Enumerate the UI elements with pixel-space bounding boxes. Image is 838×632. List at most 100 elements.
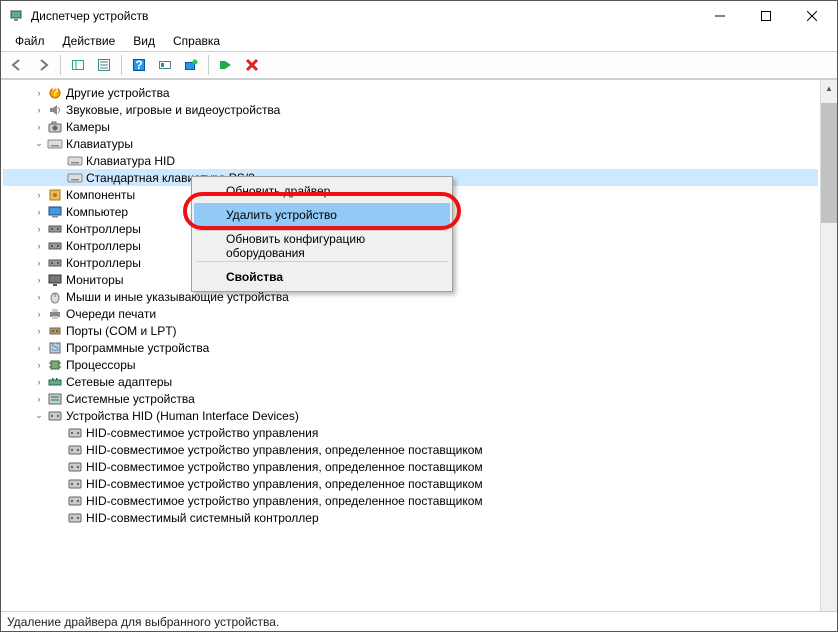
tree-node[interactable]: › Порты (COM и LPT): [3, 322, 818, 339]
expand-icon[interactable]: ›: [31, 292, 47, 302]
help-button[interactable]: ?: [127, 54, 151, 76]
ctx-update-driver[interactable]: Обновить драйвер: [194, 179, 450, 203]
menu-help[interactable]: Справка: [165, 32, 228, 50]
tree-node-label: Порты (COM и LPT): [66, 324, 177, 338]
scroll-up-icon[interactable]: ▲: [821, 80, 837, 97]
hid-icon: [67, 476, 83, 492]
update-driver-button[interactable]: [179, 54, 203, 76]
expand-icon[interactable]: ›: [31, 207, 47, 217]
tree-node-label: Контроллеры: [66, 222, 141, 236]
show-hide-panel-button[interactable]: [66, 54, 90, 76]
controller-icon: [47, 238, 63, 254]
tree-node-label: HID-совместимое устройство управления, о…: [86, 460, 483, 474]
properties-button[interactable]: [92, 54, 116, 76]
tree-node[interactable]: ›HID-совместимое устройство управления, …: [3, 441, 818, 458]
device-manager-window: Диспетчер устройств Файл Действие Вид Сп…: [0, 0, 838, 632]
expand-icon[interactable]: ›: [31, 105, 47, 115]
titlebar: Диспетчер устройств: [1, 1, 837, 31]
tree-node-label: HID-совместимое устройство управления, о…: [86, 443, 483, 457]
vertical-scrollbar[interactable]: ▲: [820, 80, 837, 611]
tree-node[interactable]: ⌄ Клавиатуры: [3, 135, 818, 152]
ctx-uninstall-device[interactable]: Удалить устройство: [194, 203, 450, 227]
back-button[interactable]: [5, 54, 29, 76]
monitor-icon: [47, 272, 63, 288]
expand-icon[interactable]: ›: [31, 309, 47, 319]
ctx-separator: [196, 230, 448, 231]
computer-icon: [47, 204, 63, 220]
expand-icon[interactable]: ›: [31, 224, 47, 234]
collapse-icon[interactable]: ⌄: [31, 138, 47, 149]
tree-node[interactable]: ›Клавиатура HID: [3, 152, 818, 169]
hid-icon: [67, 459, 83, 475]
collapse-icon[interactable]: ⌄: [31, 410, 47, 421]
svg-text:?: ?: [52, 85, 59, 99]
tree-node[interactable]: ›HID-совместимый системный контроллер: [3, 509, 818, 526]
port-icon: [47, 323, 63, 339]
menubar: Файл Действие Вид Справка: [1, 31, 837, 51]
sound-icon: [47, 102, 63, 118]
keyboard-icon: [67, 170, 83, 186]
tree-node[interactable]: › Системные устройства: [3, 390, 818, 407]
tree-node-label: Системные устройства: [66, 392, 195, 406]
tree-node-label: Компьютер: [66, 205, 128, 219]
window-title: Диспетчер устройств: [31, 9, 697, 23]
expand-icon[interactable]: ›: [31, 122, 47, 132]
keyboard-icon: [47, 136, 63, 152]
tree-node-label: HID-совместимое устройство управления: [86, 426, 318, 440]
expand-icon[interactable]: ›: [31, 360, 47, 370]
toolbar-separator: [208, 55, 209, 75]
printer-icon: [47, 306, 63, 322]
expand-icon[interactable]: ›: [31, 88, 47, 98]
expand-icon[interactable]: ›: [31, 326, 47, 336]
tree-node-label: Сетевые адаптеры: [66, 375, 172, 389]
expand-icon[interactable]: ›: [31, 343, 47, 353]
close-button[interactable]: [789, 1, 835, 31]
toolbar: ?: [1, 51, 837, 79]
tree-node-label: HID-совместимый системный контроллер: [86, 511, 319, 525]
tree-node-label: Камеры: [66, 120, 110, 134]
hid-icon: [47, 408, 63, 424]
scan-hardware-button[interactable]: [153, 54, 177, 76]
uninstall-button[interactable]: [240, 54, 264, 76]
hid-icon: [67, 442, 83, 458]
menu-action[interactable]: Действие: [55, 32, 124, 50]
ctx-properties[interactable]: Свойства: [194, 265, 450, 289]
menu-view[interactable]: Вид: [125, 32, 163, 50]
expand-icon[interactable]: ›: [31, 241, 47, 251]
tree-node[interactable]: ›HID-совместимое устройство управления, …: [3, 475, 818, 492]
expand-icon[interactable]: ›: [31, 394, 47, 404]
minimize-button[interactable]: [697, 1, 743, 31]
tree-node[interactable]: › Камеры: [3, 118, 818, 135]
menu-file[interactable]: Файл: [7, 32, 53, 50]
expand-icon[interactable]: ›: [31, 190, 47, 200]
tree-node[interactable]: ›HID-совместимое устройство управления, …: [3, 458, 818, 475]
enable-button[interactable]: [214, 54, 238, 76]
scrollbar-thumb[interactable]: [821, 103, 837, 223]
component-icon: [47, 187, 63, 203]
expand-icon[interactable]: ›: [31, 275, 47, 285]
tree-node[interactable]: ›?Другие устройства: [3, 84, 818, 101]
tree-node-label: HID-совместимое устройство управления, о…: [86, 477, 483, 491]
tree-node-label: Клавиатуры: [66, 137, 133, 151]
statusbar: Удаление драйвера для выбранного устройс…: [1, 611, 837, 631]
hid-icon: [67, 425, 83, 441]
svg-text:S: S: [51, 340, 59, 354]
expand-icon[interactable]: ›: [31, 258, 47, 268]
tree-node[interactable]: › Сетевые адаптеры: [3, 373, 818, 390]
tree-node[interactable]: ›HID-совместимое устройство управления: [3, 424, 818, 441]
tree-node[interactable]: ›SПрограммные устройства: [3, 339, 818, 356]
controller-icon: [47, 255, 63, 271]
tree-node[interactable]: ⌄Устройства HID (Human Interface Devices…: [3, 407, 818, 424]
maximize-button[interactable]: [743, 1, 789, 31]
ctx-separator: [196, 261, 448, 262]
forward-button[interactable]: [31, 54, 55, 76]
tree-node[interactable]: ›Очереди печати: [3, 305, 818, 322]
tree-node[interactable]: ›Звуковые, игровые и видеоустройства: [3, 101, 818, 118]
controller-icon: [47, 221, 63, 237]
ctx-scan-hardware[interactable]: Обновить конфигурацию оборудования: [194, 234, 450, 258]
app-icon: [9, 8, 25, 24]
device-tree[interactable]: ›?Другие устройства›Звуковые, игровые и …: [1, 80, 820, 611]
tree-node[interactable]: ›Процессоры: [3, 356, 818, 373]
expand-icon[interactable]: ›: [31, 377, 47, 387]
tree-node[interactable]: ›HID-совместимое устройство управления, …: [3, 492, 818, 509]
